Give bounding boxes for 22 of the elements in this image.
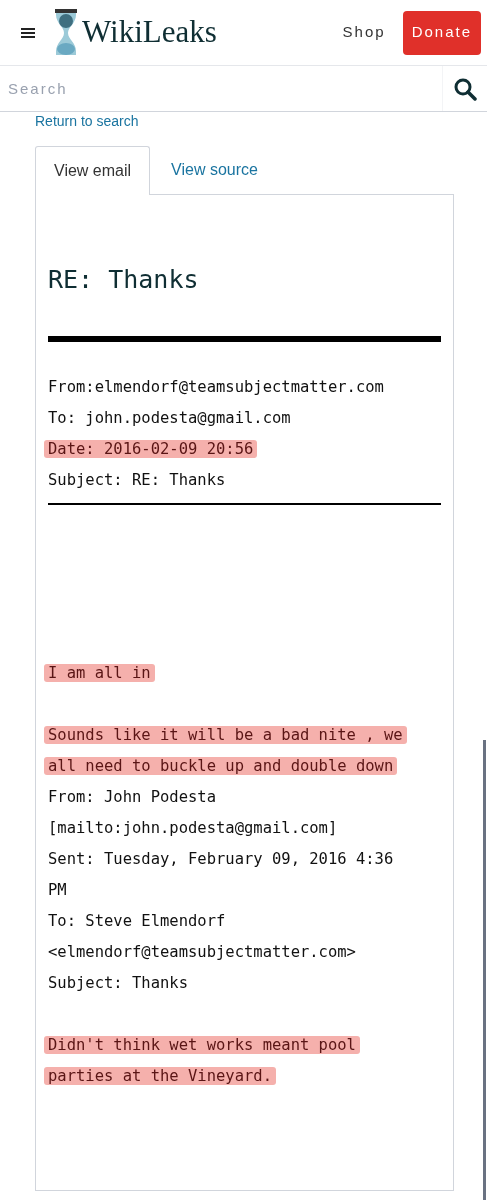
email-text-line: To: john.podesta@gmail.com [48,409,291,427]
menu-icon[interactable] [21,26,35,39]
site-logo-text[interactable]: WikiLeaks [82,9,217,56]
search-field[interactable]: Search [0,66,443,111]
email-text-line: <elmendorf@teamsubjectmatter.com> [48,943,356,961]
return-to-search-link[interactable]: Return to search [35,111,487,132]
hourglass-logo-icon[interactable] [54,8,78,57]
email-text-line: Subject: RE: Thanks [48,471,226,489]
email-text-line: From:elmendorf@teamsubjectmatter.com [48,378,384,396]
tab[interactable]: View source [150,146,279,195]
donate-button[interactable]: Donate [402,10,481,55]
nav-link[interactable]: Shop [342,21,386,44]
email-text-line: PM [48,881,67,899]
email-text-line: [mailto:john.podesta@gmail.com] [48,819,338,837]
search-icon[interactable] [453,76,477,101]
email-title: RE: Thanks [48,264,200,296]
email-text-line: Subject: Thanks [48,974,188,992]
tab[interactable]: View email [35,146,151,195]
email-text-line: Sent: Tuesday, February 09, 2016 4:36 [48,850,394,868]
email-text-line: To: Steve Elmendorf [48,912,226,930]
email-text-line: From: John Podesta [48,788,216,806]
scrollbar[interactable] [483,740,486,1200]
